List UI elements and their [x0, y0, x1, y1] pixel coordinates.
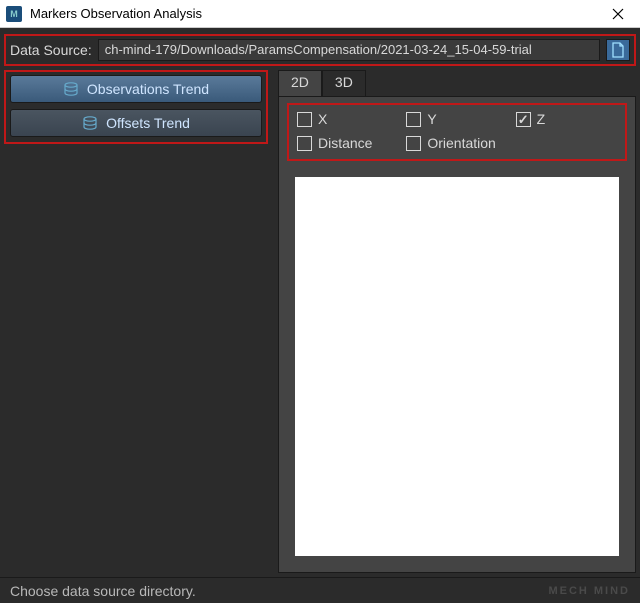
observations-trend-button[interactable]: Observations Trend [10, 75, 262, 103]
check-orientation-label: Orientation [427, 135, 495, 151]
tab-2d[interactable]: 2D [278, 70, 322, 96]
check-distance-label: Distance [318, 135, 372, 151]
close-button[interactable] [600, 0, 636, 28]
checkbox-icon [516, 112, 531, 127]
checkbox-icon [406, 136, 421, 151]
right-pane: 2D 3D X Y Z [268, 70, 636, 573]
observations-trend-label: Observations Trend [87, 81, 209, 97]
database-icon [82, 116, 98, 130]
check-x[interactable]: X [297, 111, 398, 127]
plot-canvas[interactable] [295, 177, 619, 556]
tab-3d[interactable]: 3D [322, 70, 366, 96]
check-z-label: Z [537, 111, 546, 127]
content-area: Data Source: ch-mind-179/Downloads/Param… [0, 28, 640, 577]
check-x-label: X [318, 111, 327, 127]
offsets-trend-label: Offsets Trend [106, 115, 190, 131]
check-y[interactable]: Y [406, 111, 507, 127]
checkbox-icon [297, 112, 312, 127]
check-orientation[interactable]: Orientation [406, 135, 507, 151]
view-tabs: 2D 3D [278, 70, 636, 96]
tab-body: X Y Z Distance [278, 96, 636, 573]
close-icon [612, 8, 624, 20]
axis-checks-group: X Y Z Distance [287, 103, 627, 161]
datasource-row: Data Source: ch-mind-179/Downloads/Param… [4, 34, 636, 66]
file-icon [611, 42, 625, 58]
trend-buttons-group: Observations Trend Offsets Trend [4, 70, 268, 144]
titlebar: M Markers Observation Analysis [0, 0, 640, 28]
database-icon [63, 82, 79, 96]
sidebar: Observations Trend Offsets Trend [4, 70, 268, 573]
offsets-trend-button[interactable]: Offsets Trend [10, 109, 262, 137]
brand-watermark: MECH MIND [548, 585, 630, 597]
check-y-label: Y [427, 111, 436, 127]
window-title: Markers Observation Analysis [30, 6, 600, 21]
status-text: Choose data source directory. [10, 583, 196, 599]
datasource-label: Data Source: [10, 42, 92, 58]
plot-area [285, 169, 629, 566]
check-z[interactable]: Z [516, 111, 617, 127]
check-distance[interactable]: Distance [297, 135, 398, 151]
browse-button[interactable] [606, 39, 630, 61]
app-icon: M [6, 6, 22, 22]
statusbar: Choose data source directory. MECH MIND [0, 577, 640, 603]
checkbox-icon [406, 112, 421, 127]
datasource-path-input[interactable]: ch-mind-179/Downloads/ParamsCompensation… [98, 39, 600, 61]
main-row: Observations Trend Offsets Trend 2D 3D [0, 70, 640, 577]
checkbox-icon [297, 136, 312, 151]
